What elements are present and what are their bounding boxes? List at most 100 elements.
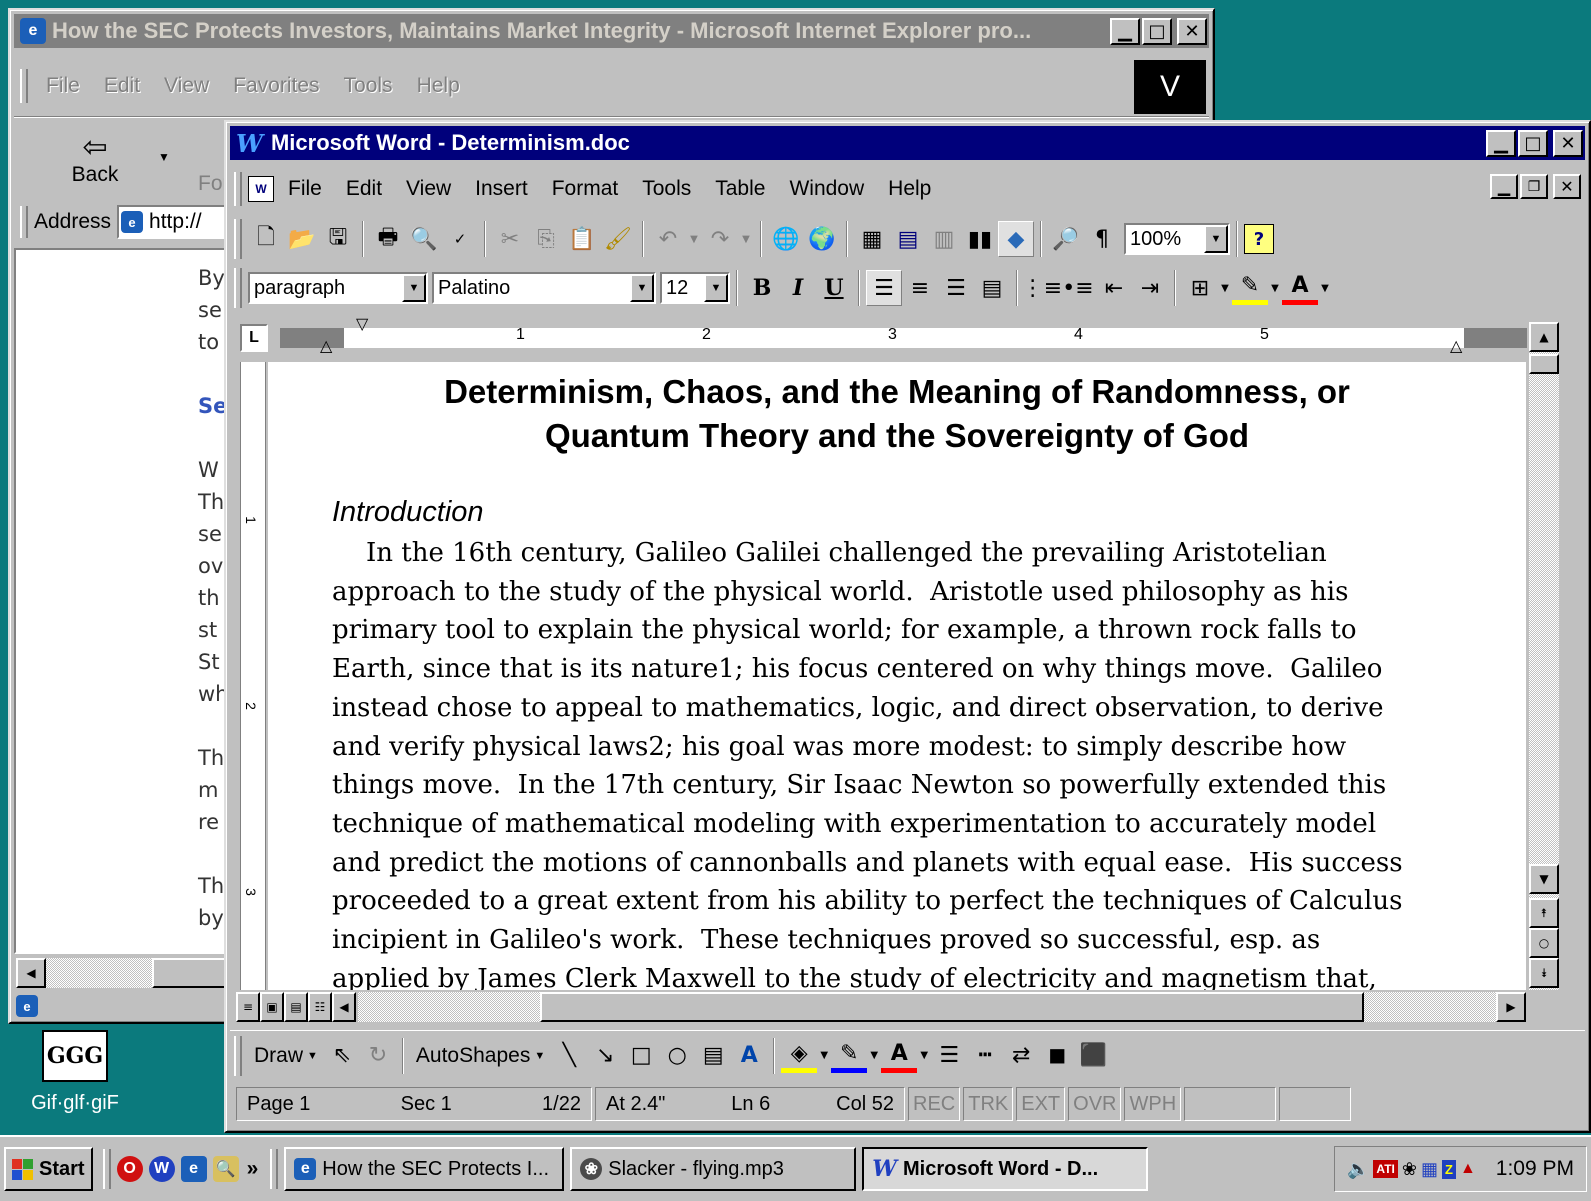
desktop-icon[interactable]: GGG Gif·glf·giF [20, 1030, 130, 1125]
select-objects-icon[interactable]: ⇖ [324, 1038, 360, 1074]
justify-icon[interactable]: ▤ [974, 270, 1010, 306]
cut-icon[interactable]: ✂ [492, 221, 528, 257]
columns-icon[interactable]: ▮▮ [962, 221, 998, 257]
word-minimize-button[interactable]: ▁ [1486, 129, 1516, 157]
font-color-dropdown-icon[interactable]: ▼ [1318, 270, 1332, 306]
print-icon[interactable]: 🖶 [370, 221, 406, 257]
help-icon[interactable]: ? [1244, 224, 1274, 254]
ie-maximize-button[interactable]: □ [1142, 17, 1172, 45]
font-select[interactable]: Palatino ▼ [432, 272, 656, 304]
zone-icon[interactable]: Z [1441, 1159, 1456, 1179]
save-icon[interactable]: 🖫 [320, 221, 356, 257]
style-dropdown-icon[interactable]: ▼ [402, 274, 426, 302]
doc-minimize-button[interactable]: ▁ [1490, 174, 1518, 199]
ie-scroll-left-button[interactable]: ◀ [16, 958, 46, 988]
draw-menu-button[interactable]: Draw ▼ [248, 1044, 324, 1068]
horizontal-scroll-thumb[interactable] [540, 992, 1364, 1022]
ie-quicklaunch-icon[interactable]: e [180, 1156, 207, 1182]
decrease-indent-icon[interactable]: ⇤ [1096, 270, 1132, 306]
status-wph[interactable]: WPH [1124, 1087, 1182, 1121]
font-dropdown-icon[interactable]: ▼ [630, 274, 654, 302]
style-select[interactable]: paragraph ▼ [248, 272, 428, 304]
word-menu-edit[interactable]: Edit [334, 177, 394, 201]
status-ovr[interactable]: OVR [1068, 1087, 1122, 1121]
formatting-toolbar-grip[interactable] [234, 268, 242, 308]
text-box-icon[interactable]: ▤ [695, 1038, 731, 1074]
word-menu-format[interactable]: Format [540, 177, 631, 201]
undo-icon[interactable]: ↶ [650, 221, 686, 257]
ie-address-grip[interactable] [20, 206, 28, 238]
fill-color-icon[interactable]: ◈ [781, 1039, 818, 1073]
underline-icon[interactable]: U [816, 270, 852, 306]
bold-icon[interactable]: B [744, 270, 780, 306]
ie-back-dropdown-icon[interactable]: ▼ [158, 150, 170, 164]
doc-restore-button[interactable]: ❐ [1520, 174, 1548, 199]
start-button[interactable]: Start [4, 1147, 93, 1191]
opera-icon[interactable]: O [116, 1156, 143, 1182]
redo-dropdown-icon[interactable]: ▼ [738, 221, 754, 257]
word-titlebar[interactable]: W Microsoft Word - Determinism.doc ▁ □ ✕ [230, 126, 1585, 160]
word-maximize-button[interactable]: □ [1518, 129, 1548, 157]
web-layout-view-button[interactable]: ▣ [260, 992, 284, 1022]
explorer-search-icon[interactable]: 🔍 [212, 1156, 239, 1182]
previous-page-button[interactable]: ⯭ [1529, 898, 1559, 928]
ie-menubar-grip[interactable] [20, 69, 28, 103]
word-menubar-grip[interactable] [234, 172, 242, 206]
ie-menu-edit[interactable]: Edit [92, 74, 152, 98]
scroll-right-button[interactable]: ▶ [1496, 992, 1526, 1022]
tables-borders-icon[interactable]: ▦ [854, 221, 890, 257]
volume-icon[interactable]: 🔈 [1347, 1159, 1369, 1180]
select-browse-object-button[interactable]: ○ [1529, 928, 1559, 958]
web-toolbar-icon[interactable]: 🌍 [804, 221, 840, 257]
borders-dropdown-icon[interactable]: ▼ [1218, 270, 1232, 306]
highlight-icon[interactable]: ✎ [1232, 271, 1268, 305]
ie-menu-file[interactable]: File [34, 74, 92, 98]
align-right-icon[interactable]: ☰ [938, 270, 974, 306]
word-menu-file[interactable]: File [276, 177, 334, 201]
insert-table-icon[interactable]: ▤ [890, 221, 926, 257]
align-left-icon[interactable]: ☰ [866, 270, 902, 306]
ie-back-button[interactable]: ⇦ Back [50, 126, 140, 194]
numbering-icon[interactable]: ⋮≡ [1022, 270, 1062, 306]
align-center-icon[interactable]: ≡ [902, 270, 938, 306]
line-icon[interactable]: ╲ [551, 1038, 587, 1074]
line-color-icon[interactable]: ✎ [831, 1039, 868, 1073]
quicklaunch-chevron[interactable]: » [247, 1157, 259, 1181]
ie-menu-view[interactable]: View [152, 74, 221, 98]
borders-icon[interactable]: ⊞ [1182, 270, 1218, 306]
italic-icon[interactable]: I [780, 270, 816, 306]
ie-minimize-button[interactable]: ▁ [1110, 17, 1140, 45]
word-menu-insert[interactable]: Insert [463, 177, 540, 201]
increase-indent-icon[interactable]: ⇥ [1132, 270, 1168, 306]
draw-font-color-icon[interactable]: A [881, 1039, 918, 1073]
scroll-up-button[interactable]: ▲ [1529, 322, 1559, 352]
new-document-icon[interactable]: 🗋 [248, 221, 284, 257]
task-word[interactable]: W Microsoft Word - D... [862, 1147, 1149, 1191]
right-indent-icon[interactable]: △ [1450, 336, 1462, 356]
alert-icon[interactable]: ▲ [1460, 1160, 1476, 1178]
zoom-dropdown-icon[interactable]: ▼ [1204, 225, 1228, 253]
line-color-dropdown-icon[interactable]: ▼ [867, 1038, 881, 1074]
document-area[interactable]: Determinism, Chaos, and the Meaning of R… [268, 362, 1526, 990]
spelling-icon[interactable]: ✓ [442, 221, 478, 257]
ie-titlebar[interactable]: e How the SEC Protects Investors, Mainta… [14, 14, 1209, 48]
oval-icon[interactable]: ○ [659, 1038, 695, 1074]
font-color-icon[interactable]: A [1282, 271, 1318, 305]
normal-view-button[interactable]: ≡ [236, 992, 260, 1022]
copy-icon[interactable]: ⎘ [528, 221, 564, 257]
outline-view-button[interactable]: ☷ [308, 992, 332, 1022]
arrow-icon[interactable]: ↘ [587, 1038, 623, 1074]
word-quicklaunch-icon[interactable]: W [148, 1156, 175, 1182]
tab-selector-icon[interactable]: L [240, 324, 268, 352]
open-folder-icon[interactable]: 📂 [284, 221, 320, 257]
bullets-icon[interactable]: •≡ [1060, 270, 1096, 306]
dash-style-icon[interactable]: ┅ [967, 1038, 1003, 1074]
status-trk[interactable]: TRK [963, 1087, 1014, 1121]
status-ext[interactable]: EXT [1016, 1087, 1066, 1121]
quicklaunch-grip[interactable] [102, 1149, 111, 1189]
scroll-down-button[interactable]: ▼ [1529, 864, 1559, 894]
print-layout-view-button[interactable]: ▤ [284, 992, 308, 1022]
vertical-ruler[interactable]: 1 2 3 [240, 362, 266, 990]
doc-close-button[interactable]: ✕ [1553, 174, 1581, 199]
3d-icon[interactable]: ⬛ [1075, 1038, 1111, 1074]
